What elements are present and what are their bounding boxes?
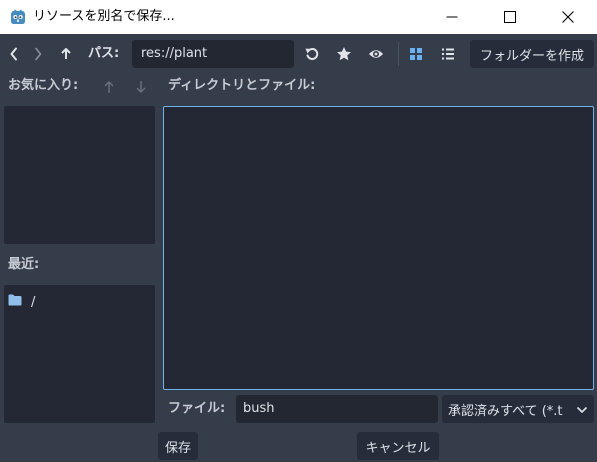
maximize-button[interactable] xyxy=(481,0,539,34)
toolbar-separator xyxy=(398,42,399,66)
directories-and-files-label: ディレクトリとファイル: xyxy=(168,78,316,93)
path-input[interactable] xyxy=(132,40,294,68)
minimize-icon xyxy=(446,11,458,23)
arrow-up-icon xyxy=(103,80,115,94)
folder-icon xyxy=(8,294,22,310)
godot-icon xyxy=(9,8,27,26)
forward-button[interactable] xyxy=(27,43,49,65)
list-item[interactable]: / xyxy=(8,293,35,311)
recent-label: 最近: xyxy=(8,257,40,272)
maximize-icon xyxy=(504,11,516,23)
arrow-up-icon xyxy=(60,47,72,61)
back-button[interactable] xyxy=(3,43,25,65)
favorites-label: お気に入り: xyxy=(8,78,79,93)
favorite-move-down-button[interactable] xyxy=(130,76,152,98)
cancel-button[interactable]: キャンセル xyxy=(357,432,439,460)
save-button[interactable]: 保存 xyxy=(158,432,198,460)
chevron-right-icon xyxy=(33,47,43,61)
recent-list[interactable]: / xyxy=(4,285,155,423)
chevron-down-icon xyxy=(576,404,588,419)
refresh-button[interactable] xyxy=(301,43,323,65)
file-filter-value: 承認済みすべて (*.t xyxy=(448,403,563,419)
window-titlebar[interactable]: リソースを別名で保存... xyxy=(0,0,597,34)
up-directory-button[interactable] xyxy=(55,43,77,65)
close-icon xyxy=(562,11,574,23)
arrow-down-icon xyxy=(135,80,147,94)
grid-view-button[interactable] xyxy=(405,43,427,65)
close-button[interactable] xyxy=(539,0,597,34)
create-folder-button[interactable]: フォルダーを作成 xyxy=(470,40,594,68)
toggle-hidden-files-button[interactable] xyxy=(365,43,387,65)
filename-input[interactable] xyxy=(236,395,438,423)
file-tree[interactable] xyxy=(163,106,594,390)
favorite-button[interactable] xyxy=(333,43,355,65)
list-icon xyxy=(441,47,455,61)
window-title: リソースを別名で保存... xyxy=(33,9,175,24)
chevron-left-icon xyxy=(9,47,19,61)
reload-icon xyxy=(304,46,320,62)
path-label: パス: xyxy=(88,46,120,61)
file-label: ファイル: xyxy=(168,401,226,416)
file-filter-select[interactable]: 承認済みすべて (*.t xyxy=(442,395,594,423)
recent-item-label: / xyxy=(31,294,36,310)
list-view-button[interactable] xyxy=(437,43,459,65)
grid-icon xyxy=(409,47,423,61)
save-resource-dialog: パス: フォルダーを作成 お気に入り: xyxy=(0,34,597,462)
eye-icon xyxy=(368,46,384,62)
favorites-list[interactable] xyxy=(4,106,155,244)
favorite-move-up-button[interactable] xyxy=(98,76,120,98)
star-icon xyxy=(336,46,352,62)
minimize-button[interactable] xyxy=(423,0,481,34)
